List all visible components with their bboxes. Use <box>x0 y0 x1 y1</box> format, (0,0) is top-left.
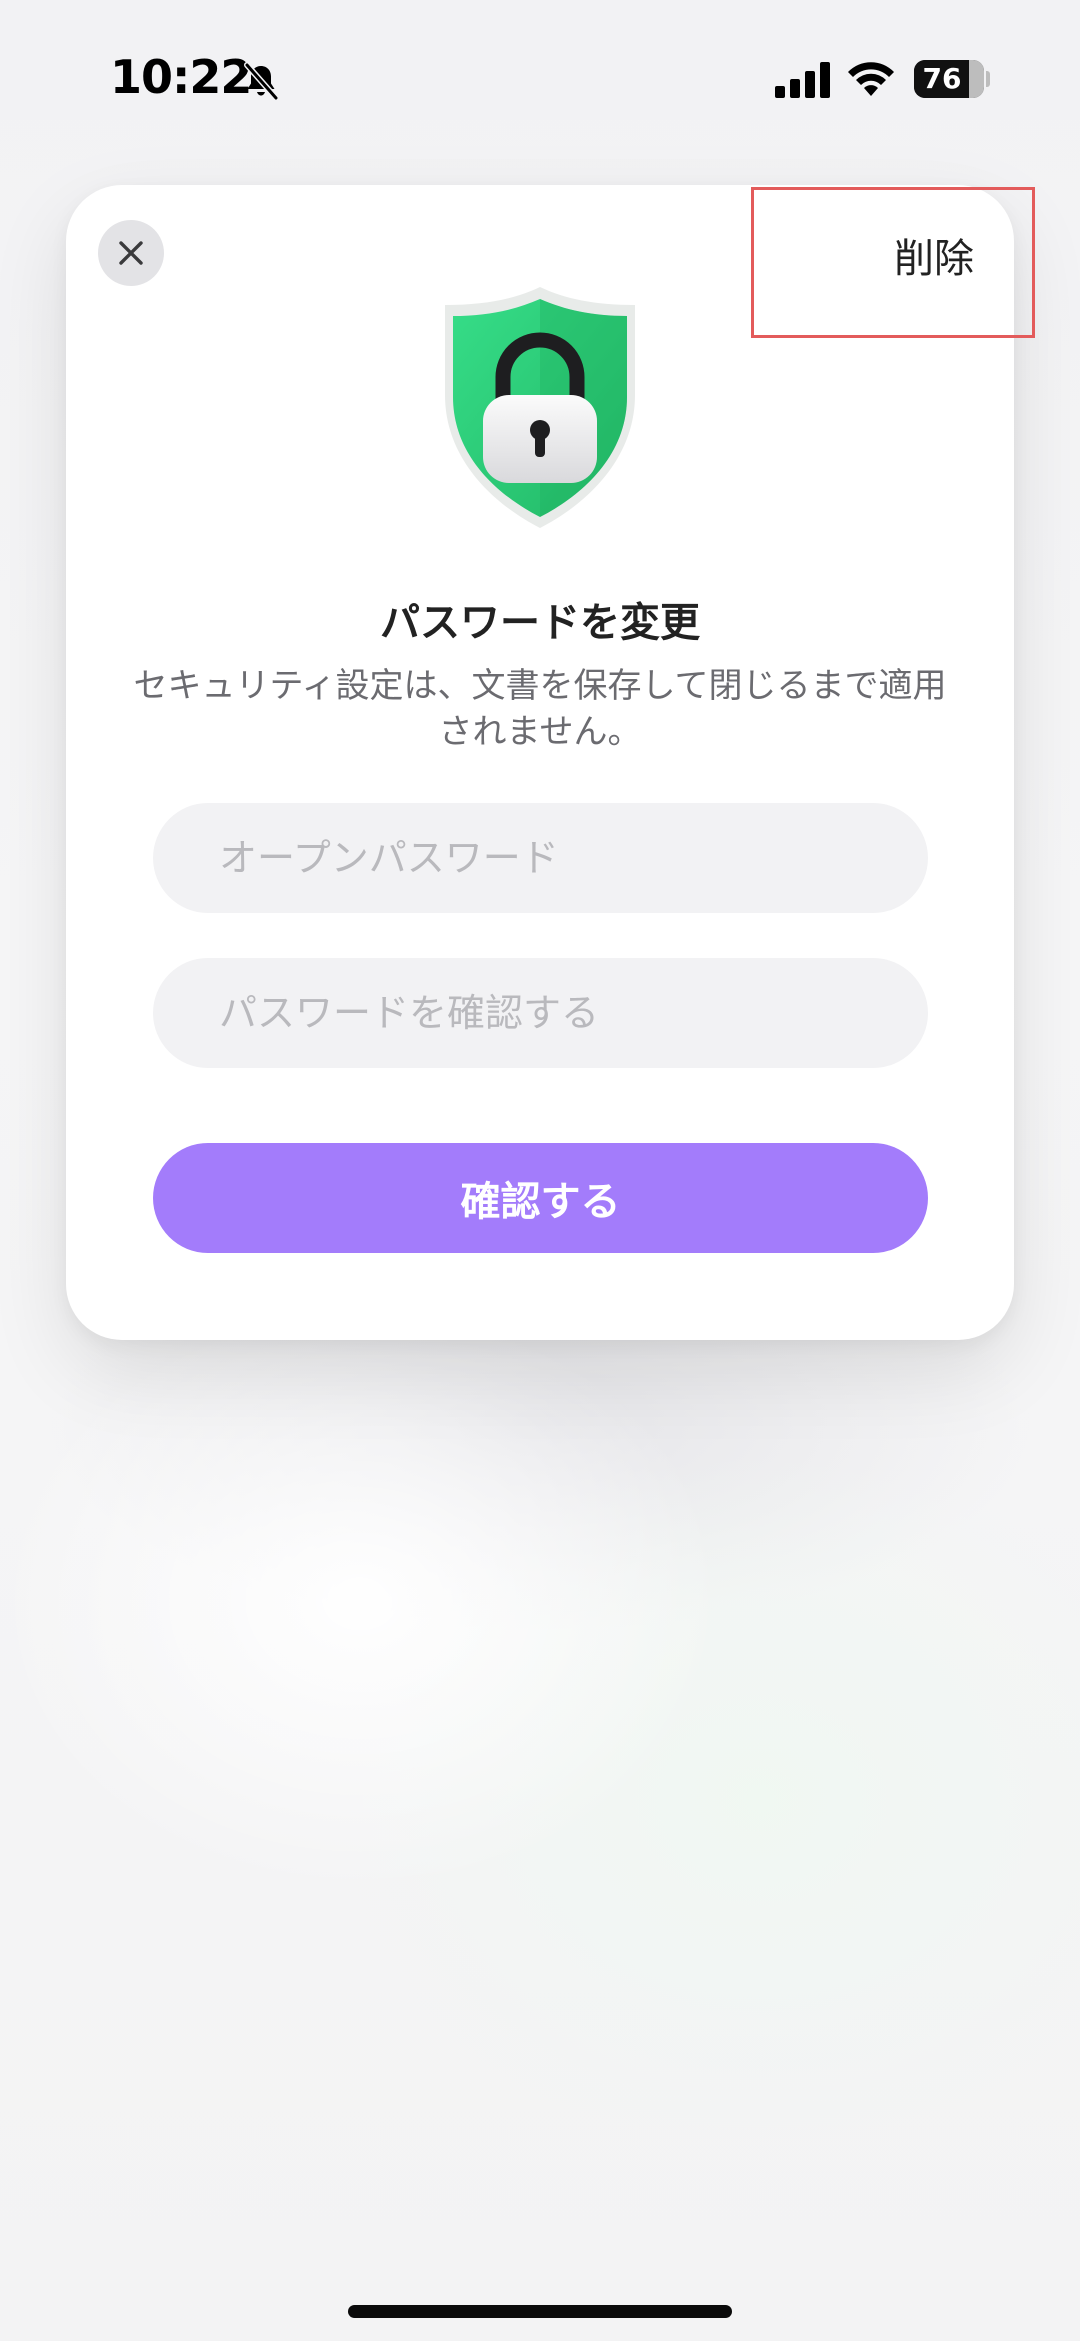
open-password-input[interactable] <box>153 803 928 913</box>
dialog-title: パスワードを変更 <box>380 600 700 646</box>
delete-button-label: 削除 <box>894 236 974 282</box>
confirm-button[interactable]: 確認する <box>153 1143 928 1253</box>
battery-icon: 76 <box>914 60 984 98</box>
battery-tip <box>986 71 990 87</box>
confirm-button-label: 確認する <box>460 1179 621 1225</box>
home-indicator[interactable] <box>348 2305 732 2318</box>
cellular-signal-icon <box>775 62 830 98</box>
status-time: 10:22 <box>110 50 252 104</box>
delete-button[interactable]: 削除 <box>751 187 1035 338</box>
bell-slash-icon <box>244 62 279 101</box>
wifi-icon <box>848 62 894 96</box>
shield-lock-icon <box>445 287 635 528</box>
status-bar: 10:22 76 <box>0 0 1080 150</box>
close-icon <box>119 241 143 265</box>
battery-level: 76 <box>922 62 962 95</box>
change-password-dialog: 削除 パスワードを変更 セキュリティ設定は、文書を保存して閉じるまで適用されませ… <box>66 185 1035 1340</box>
dialog-subtitle: セキュリティ設定は、文書を保存して閉じるまで適用されません。 <box>133 666 947 752</box>
close-button[interactable] <box>98 220 164 286</box>
confirm-password-input[interactable] <box>153 958 928 1068</box>
